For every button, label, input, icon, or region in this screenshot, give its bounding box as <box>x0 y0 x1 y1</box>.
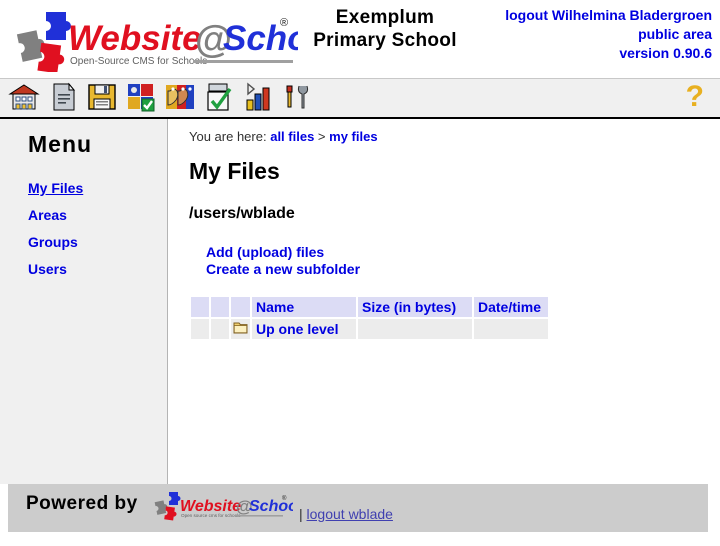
sidebar-item-areas[interactable]: Areas <box>28 207 167 223</box>
add-upload-files-link[interactable]: Add (upload) files <box>206 244 720 261</box>
toolbar-icon-group <box>8 81 313 113</box>
footer-logout-block: | logout wblade <box>299 506 393 522</box>
websiteatschool-footer-logo-icon: Website @ School ® Open source cms for s… <box>154 492 303 521</box>
sidebar-item-groups[interactable]: Groups <box>28 234 167 250</box>
sidebar-link-users[interactable]: Users <box>28 261 67 277</box>
main-content: You are here: all files > my files My Fi… <box>168 119 720 484</box>
tasks-icon[interactable] <box>203 81 235 113</box>
page-icon[interactable] <box>47 81 79 113</box>
tools-icon[interactable] <box>281 81 313 113</box>
column-header-select[interactable] <box>191 297 209 317</box>
help-button[interactable]: ? <box>686 82 704 112</box>
page-footer: Powered by Website @ School ® Open sourc… <box>0 484 720 546</box>
version-label: version 0.90.6 <box>619 45 712 61</box>
logout-link-wrap[interactable]: logout Wilhelmina Bladergroen <box>505 6 712 25</box>
breadcrumb: You are here: all files > my files <box>189 129 720 144</box>
sidebar-title: Menu <box>28 131 93 157</box>
brand-logo[interactable]: Website @ School ® Open-Source CMS for S… <box>8 6 298 72</box>
folder-up-one-level-link[interactable]: Up one level <box>256 321 338 337</box>
main-toolbar: ? <box>0 78 720 119</box>
sidebar-link-groups[interactable]: Groups <box>28 234 78 250</box>
breadcrumb-link-all-files[interactable]: all files <box>270 129 314 144</box>
column-header-name[interactable]: Name <box>252 297 356 317</box>
sidebar-item-my-files[interactable]: My Files <box>28 180 167 196</box>
footer-brand-logo[interactable]: Website @ School ® Open source cms for s… <box>153 490 303 529</box>
school-name: Exemplum Primary School <box>300 6 470 52</box>
row-size-cell <box>358 319 472 339</box>
breadcrumb-prefix: You are here: <box>189 129 267 144</box>
row-datetime-cell <box>474 319 548 339</box>
page-header: Website @ School ® Open-Source CMS for S… <box>0 0 720 78</box>
action-links: Add (upload) files Create a new subfolde… <box>206 244 720 278</box>
column-header-datetime[interactable]: Date/time <box>474 297 548 317</box>
table-row[interactable]: Up one level <box>191 319 548 339</box>
groups-icon[interactable] <box>164 81 196 113</box>
folder-icon <box>233 322 248 334</box>
footer-separator: | <box>299 506 303 522</box>
svg-text:Website: Website <box>68 19 202 58</box>
sidebar: Menu My Files Areas Groups Users <box>0 119 168 484</box>
create-subfolder-link[interactable]: Create a new subfolder <box>206 261 720 278</box>
table-header-row: Name Size (in bytes) Date/time <box>191 297 548 317</box>
school-name-line1: Exemplum <box>335 7 435 28</box>
breadcrumb-link-my-files[interactable]: my files <box>329 129 377 144</box>
column-header-size[interactable]: Size (in bytes) <box>358 297 472 317</box>
svg-text:Open-Source CMS for Schools: Open-Source CMS for Schools <box>70 56 207 67</box>
svg-text:®: ® <box>280 17 288 29</box>
breadcrumb-separator: > <box>317 129 326 144</box>
sidebar-menu: My Files Areas Groups Users <box>28 180 167 277</box>
area-label: public area <box>638 26 712 42</box>
help-icon[interactable]: ? <box>686 82 704 112</box>
page-body: Menu My Files Areas Groups Users You are… <box>0 119 720 484</box>
sidebar-item-users[interactable]: Users <box>28 261 167 277</box>
column-header-icon[interactable] <box>231 297 250 317</box>
sidebar-link-areas[interactable]: Areas <box>28 207 67 223</box>
row-icon-cell <box>231 319 250 339</box>
row-select-cell[interactable] <box>191 319 209 339</box>
logout-link[interactable]: logout Wilhelmina Bladergroen <box>505 7 712 23</box>
footer-bar: Powered by Website @ School ® Open sourc… <box>8 484 708 532</box>
svg-text:®: ® <box>282 495 287 502</box>
row-name-cell[interactable]: Up one level <box>252 319 356 339</box>
powered-by-label: Powered by <box>26 493 138 514</box>
save-icon[interactable] <box>86 81 118 113</box>
statistics-icon[interactable] <box>242 81 274 113</box>
svg-text:Open source cms for schools: Open source cms for schools <box>181 513 241 518</box>
file-table: Name Size (in bytes) Date/time Up one le… <box>189 295 550 341</box>
sidebar-link-my-files[interactable]: My Files <box>28 180 83 196</box>
footer-logout-link[interactable]: logout wblade <box>307 506 393 522</box>
school-name-line2: Primary School <box>313 30 457 51</box>
home-icon[interactable] <box>8 81 40 113</box>
current-path: /users/wblade <box>189 205 295 222</box>
websiteatschool-logo-icon: Website @ School ® Open-Source CMS for S… <box>16 12 298 72</box>
column-header-action[interactable] <box>211 297 229 317</box>
modules-icon[interactable] <box>125 81 157 113</box>
user-info-block: logout Wilhelmina Bladergroen public are… <box>505 6 712 63</box>
row-action-cell[interactable] <box>211 319 229 339</box>
page-title: My Files <box>189 158 280 184</box>
